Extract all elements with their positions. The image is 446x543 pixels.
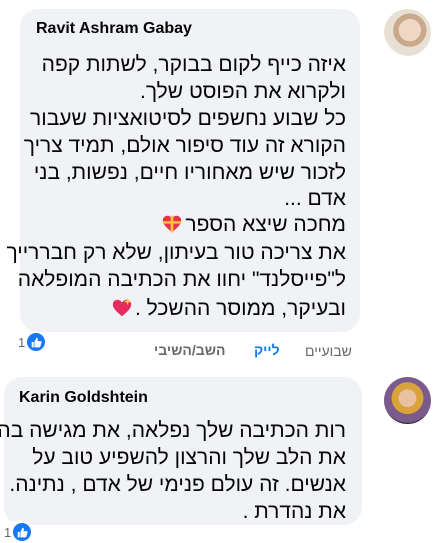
avatar-ravit[interactable] [384,9,431,56]
reaction-summary[interactable]: 1 [18,331,46,353]
comment-author[interactable]: Ravit Ashram Gabay [36,20,192,38]
sparkling-heart-icon [112,297,132,317]
comment-text-line: את צריכה טור בעיתון, שלא רק חבררייך [6,241,346,264]
comment-text-line: כל שבוע נחשפים לסיטואציות שעבור [30,107,346,130]
reaction-count: 1 [18,334,26,350]
comment-bubble-2: Karin Goldshtein רות הכתיבה שלך נפלאה, א… [0,377,362,525]
like-icon [13,523,32,541]
comment-text-line: איזה כייף לקום בבוקר, לשתות קפה [41,53,346,76]
comment-author[interactable]: Karin Goldshtein [19,389,148,407]
comment-text-line: ולקרוא את הפוסט שלך. [140,80,346,103]
like-button[interactable]: לייק [254,342,280,358]
gift-heart-icon [163,215,182,233]
like-icon [27,333,46,351]
comment-text-line: אדם ... [284,187,346,210]
comment-bubble-1: Ravit Ashram Gabay איזה כייף לקום בבוקר,… [6,9,360,332]
comment-text-fragment: מחכה שיצא הספר [185,213,346,236]
comment-text-line: את הלב שלך והרצון להשפיע טוב על [32,446,346,469]
comment-text-line: רות הכתיבה שלך נפלאה, את מגישה בה [0,419,346,442]
comment-text-line: אנשים. זה עולם פנימי של אדם , נתינה. [9,473,346,496]
reaction-count: 1 [4,524,12,540]
comment-timestamp[interactable]: שבועיים [305,343,352,359]
reply-button[interactable]: השב/השיבי [154,342,225,358]
reaction-summary[interactable]: 1 [4,521,32,543]
comment-text-line: הקורא זה עוד סיפור אולם, תמיד צריך [23,134,346,157]
comment-text-fragment: ובעיקר, ממוסר ההשכל . [134,297,346,320]
avatar-karin[interactable] [384,377,431,424]
comment-text-line: ל"פייסלנד" יחוו את הכתיבה המופלאה [17,268,346,291]
comment-text-line: את נהדרת . [242,500,346,523]
comment-text-line: לזכור שיש מאחוריו חיים, נפשות, בני [33,161,346,184]
comment-text-line-last: ובעיקר, ממוסר ההשכל . [109,295,346,322]
comment-text-line-gift: מחכה שיצא הספר [159,211,346,238]
